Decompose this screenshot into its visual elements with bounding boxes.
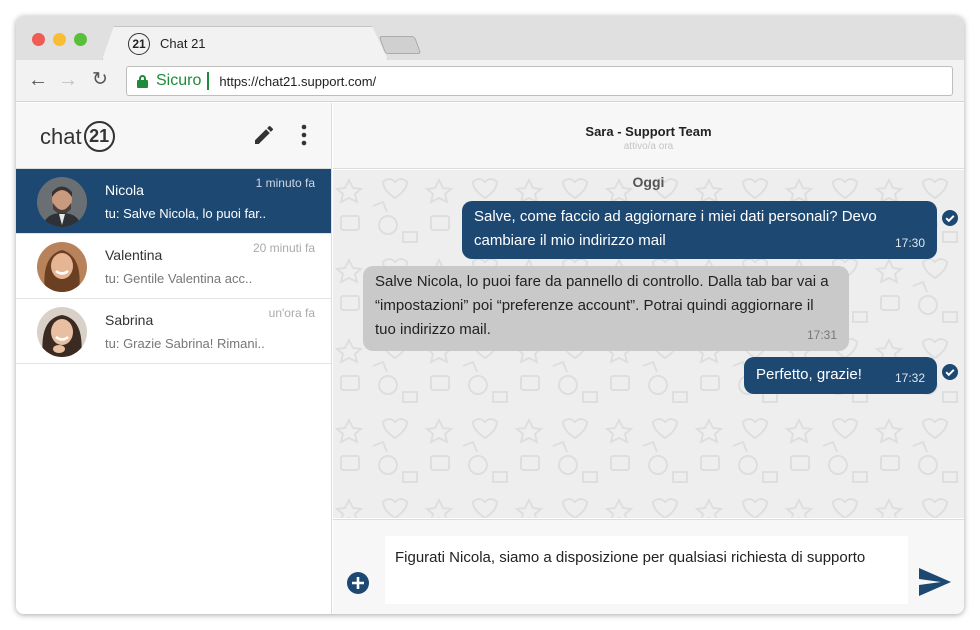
more-vert-icon[interactable]: [296, 123, 312, 147]
conversation-name: Valentina: [105, 247, 163, 263]
message-outgoing: Perfetto, grazie! 17:32: [744, 357, 937, 394]
secure-label: Sicuro: [156, 72, 202, 89]
message-input[interactable]: Figurati Nicola, siamo a disposizione pe…: [385, 536, 908, 604]
chat21-logo: chat 21: [40, 121, 115, 152]
message-text: Salve, come faccio ad aggiornare i miei …: [474, 208, 877, 249]
conversation-item-sabrina[interactable]: Sabrina un'ora fa tu: Grazie Sabrina! Ri…: [16, 299, 331, 364]
sidebar-header: chat 21: [16, 103, 331, 169]
chat21-app: chat 21 Nicola 1 minuto fa tu: Salve Nic…: [16, 103, 964, 614]
message-incoming: Salve Nicola, lo puoi fare da pannello d…: [363, 266, 849, 351]
message-composer: Figurati Nicola, siamo a disposizione pe…: [333, 519, 964, 614]
avatar: [37, 307, 87, 357]
conversation-sidebar: chat 21 Nicola 1 minuto fa tu: Salve Nic…: [16, 103, 332, 614]
chat-status: attivo/a ora: [623, 141, 674, 152]
back-arrow-icon[interactable]: ←: [28, 70, 48, 90]
message-time: 17:30: [894, 236, 925, 250]
logo-text: chat: [40, 123, 82, 149]
chat-panel: Sara - Support Team attivo/a ora Oggi Sa…: [333, 103, 964, 614]
message-text: Salve Nicola, lo puoi fare da pannello d…: [375, 273, 829, 338]
message-outgoing: Salve, come faccio ad aggiornare i miei …: [462, 201, 937, 259]
tab-title: Chat 21: [160, 36, 206, 51]
maximize-window-button[interactable]: [74, 33, 87, 46]
url-field[interactable]: Sicuro https://chat21.support.com/: [126, 66, 953, 96]
logo-badge: 21: [83, 121, 115, 152]
avatar: [37, 242, 87, 292]
conversation-time: 20 minuti fa: [252, 241, 315, 255]
conversation-time: 1 minuto fa: [255, 176, 315, 190]
day-separator: Oggi: [632, 174, 665, 190]
conversation-item-nicola[interactable]: Nicola 1 minuto fa tu: Salve Nicola, lo …: [16, 169, 331, 234]
address-bar: ← → ↻ Sicuro https://chat21.support.com/: [16, 60, 964, 102]
new-tab-button[interactable]: [378, 36, 422, 54]
read-check-icon: [942, 364, 958, 380]
browser-tab-content: 21 Chat 21: [112, 27, 382, 60]
conversation-name: Sabrina: [105, 312, 154, 328]
browser-window: 21 Chat 21 ← → ↻ Sicuro https://chat21.s…: [16, 16, 964, 614]
close-window-button[interactable]: [32, 33, 45, 46]
message-time: 17:31: [806, 328, 837, 342]
chat21-favicon-icon: 21: [128, 32, 150, 55]
add-attachment-icon[interactable]: [347, 572, 369, 594]
send-icon[interactable]: [917, 566, 953, 598]
chat-header: Sara - Support Team attivo/a ora: [333, 103, 964, 169]
message-list[interactable]: Oggi Salve, come faccio ad aggiornare i …: [333, 170, 964, 518]
message-time: 17:32: [894, 371, 925, 385]
conversation-time: un'ora fa: [268, 306, 315, 320]
lock-icon: [137, 74, 148, 88]
url-separator: [207, 72, 210, 90]
reload-icon[interactable]: ↻: [92, 70, 108, 90]
chat-title: Sara - Support Team: [585, 124, 712, 139]
forward-arrow-icon[interactable]: →: [58, 70, 78, 90]
minimize-window-button[interactable]: [53, 33, 66, 46]
message-text: Perfetto, grazie!: [756, 366, 862, 383]
conversation-item-valentina[interactable]: Valentina 20 minuti fa tu: Gentile Valen…: [16, 234, 331, 299]
pencil-icon[interactable]: [252, 123, 276, 147]
url-text: https://chat21.support.com/: [219, 73, 377, 89]
conversation-name: Nicola: [105, 182, 144, 198]
browser-titlebar: 21 Chat 21: [16, 16, 964, 60]
conversation-preview: tu: Salve Nicola, lo puoi far..: [105, 206, 267, 221]
avatar: [37, 177, 87, 227]
conversation-preview: tu: Grazie Sabrina! Rimani..: [105, 336, 265, 351]
read-check-icon: [942, 210, 958, 226]
conversation-preview: tu: Gentile Valentina acc..: [105, 271, 253, 286]
